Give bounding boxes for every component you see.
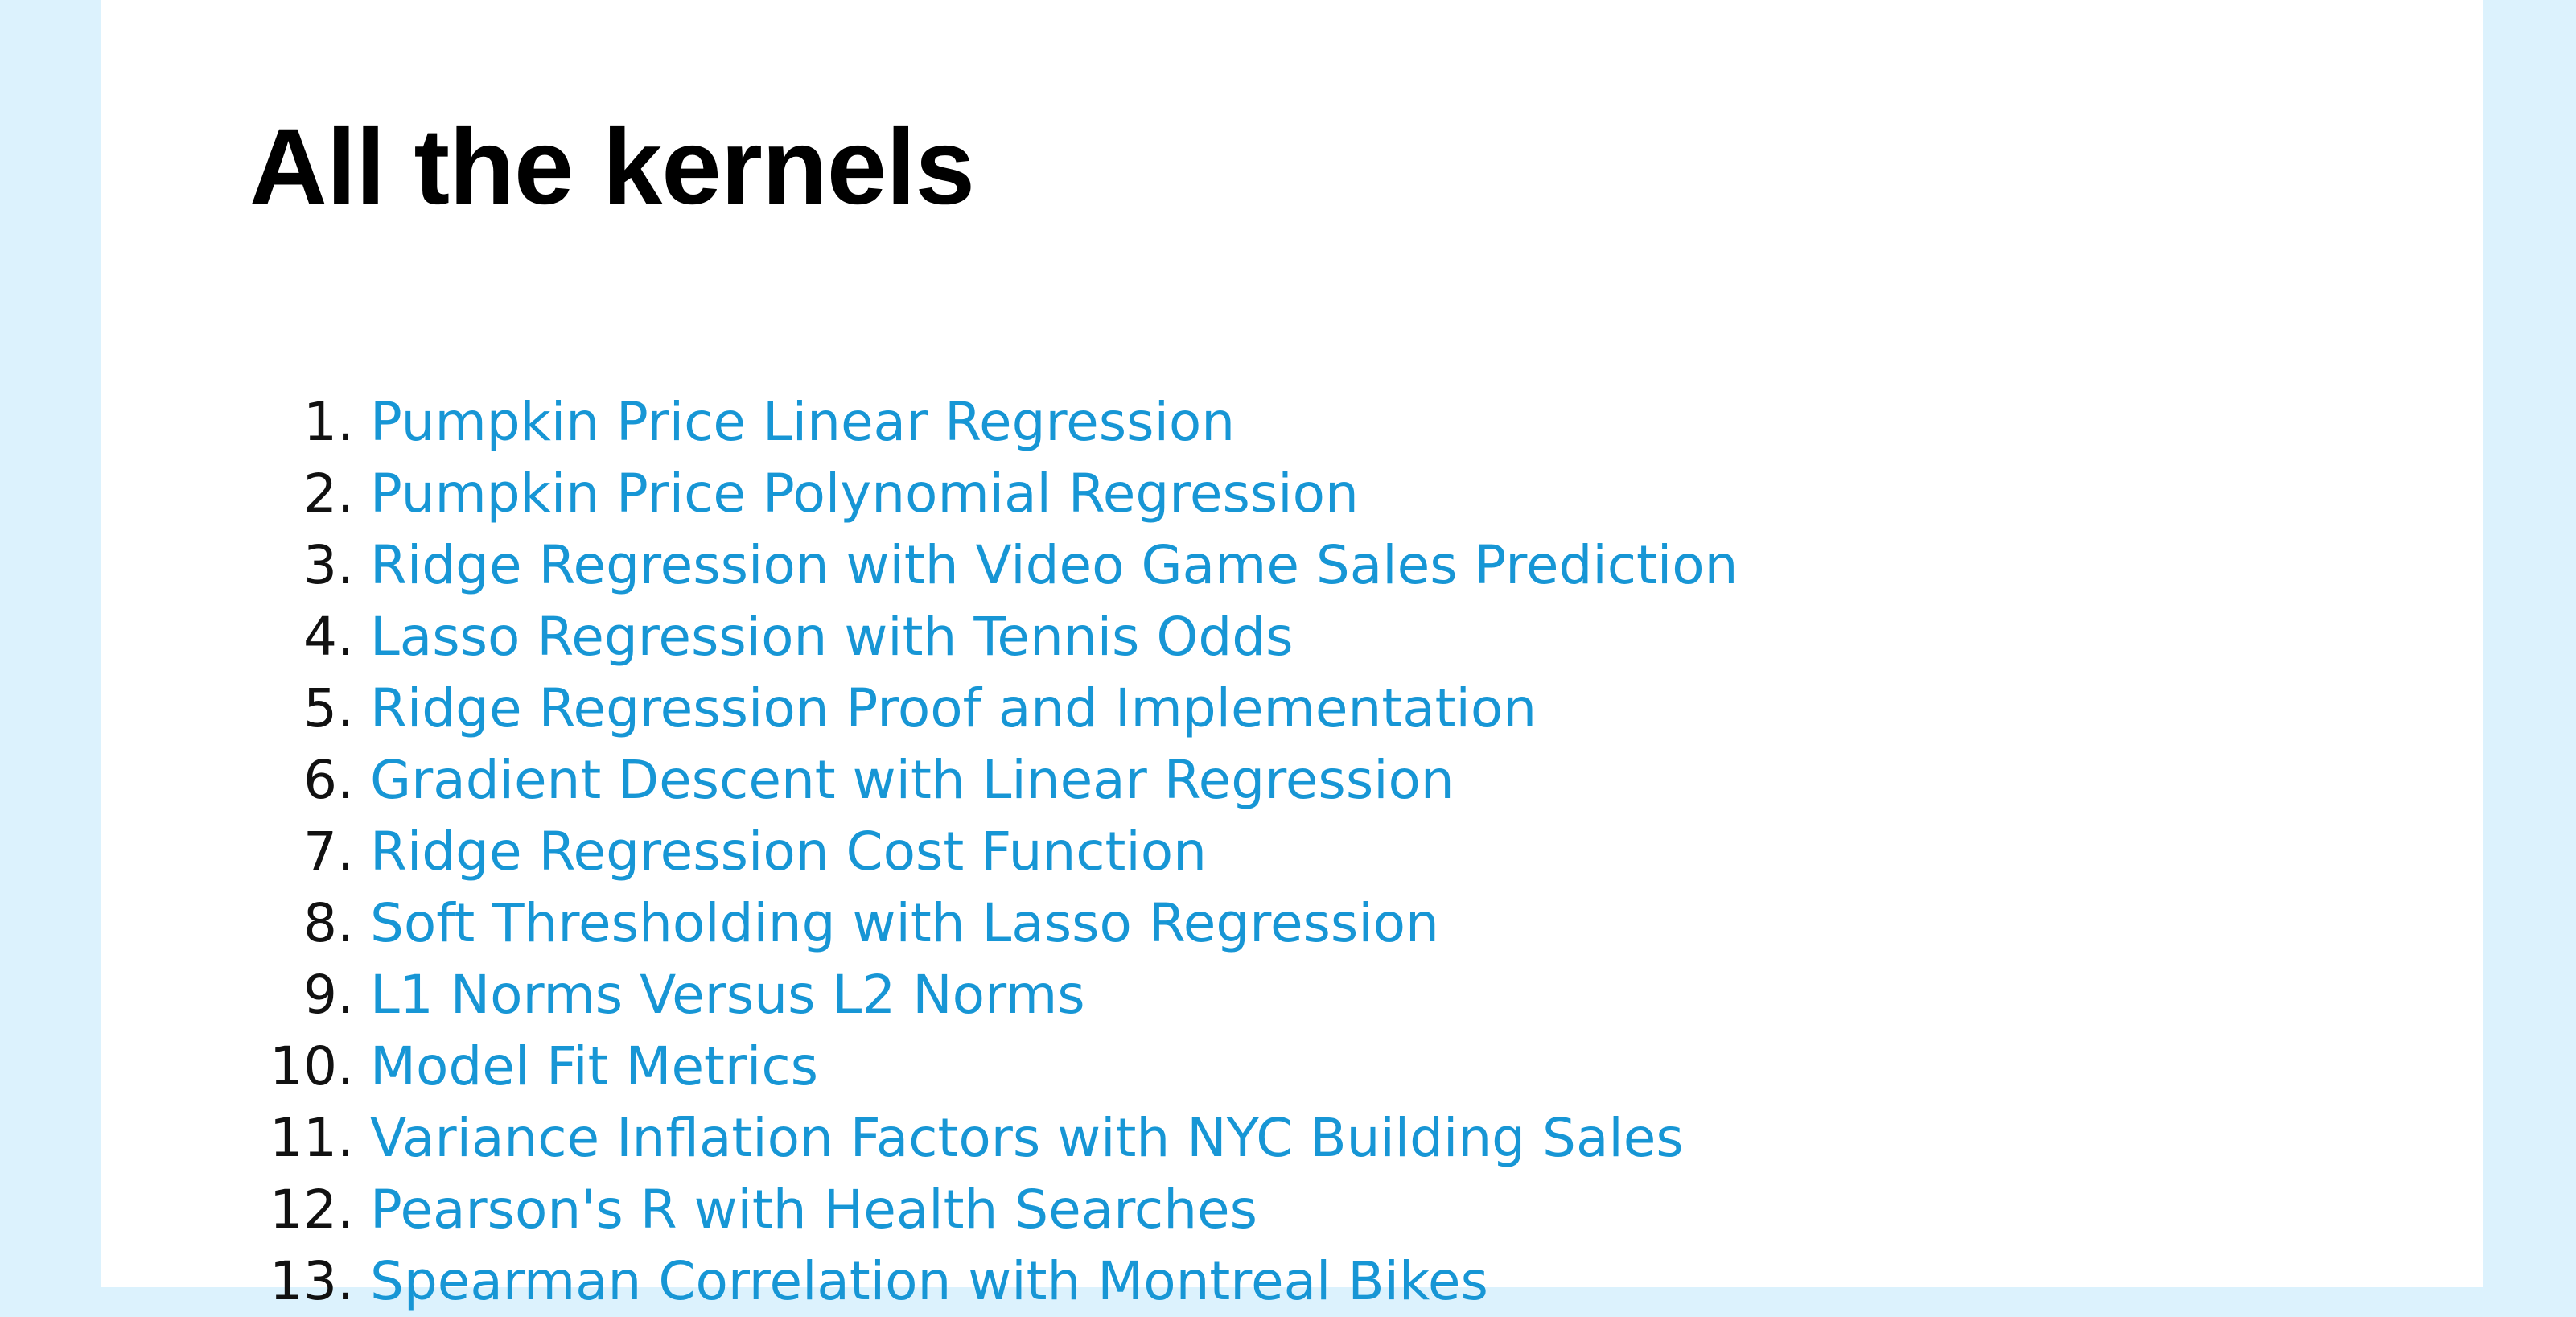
kernel-link-gradient-descent[interactable]: Gradient Descent with Linear Regression bbox=[370, 744, 1455, 816]
list-item: 12. Pearson's R with Health Searches bbox=[249, 1174, 1738, 1245]
list-item-number: 4. bbox=[303, 606, 354, 668]
list-item: 13. Spearman Correlation with Montreal Bi… bbox=[249, 1245, 1738, 1317]
list-item-number: 1. bbox=[303, 391, 354, 453]
content-panel: All the kernels 1. Pumpkin Price Linear R… bbox=[101, 0, 2483, 1312]
list-item: 11. Variance Inflation Factors with NYC B… bbox=[249, 1102, 1738, 1174]
list-item: 6. Gradient Descent with Linear Regressio… bbox=[249, 744, 1738, 816]
kernel-link-ridge-video-game[interactable]: Ridge Regression with Video Game Sales P… bbox=[370, 529, 1738, 601]
list-item-number: 3. bbox=[303, 534, 354, 596]
kernel-link-pumpkin-linear[interactable]: Pumpkin Price Linear Regression bbox=[370, 386, 1235, 458]
list-item: 3. Ridge Regression with Video Game Sales… bbox=[249, 529, 1738, 601]
list-item: 7. Ridge Regression Cost Function bbox=[249, 816, 1738, 887]
kernel-link-l1-l2-norms[interactable]: L1 Norms Versus L2 Norms bbox=[370, 959, 1085, 1031]
list-item: 5. Ridge Regression Proof and Implementat… bbox=[249, 673, 1738, 744]
list-item-number: 10. bbox=[270, 1035, 354, 1097]
list-item-number: 6. bbox=[303, 749, 354, 811]
kernel-link-model-fit[interactable]: Model Fit Metrics bbox=[370, 1031, 818, 1102]
kernel-link-vif-nyc[interactable]: Variance Inflation Factors with NYC Buil… bbox=[370, 1102, 1684, 1174]
page-title: All the kernels bbox=[249, 107, 975, 227]
kernel-link-pumpkin-polynomial[interactable]: Pumpkin Price Polynomial Regression bbox=[370, 458, 1359, 529]
list-item-number: 9. bbox=[303, 964, 354, 1026]
list-item: 2. Pumpkin Price Polynomial Regression bbox=[249, 458, 1738, 529]
kernel-link-pearson-health[interactable]: Pearson's R with Health Searches bbox=[370, 1174, 1257, 1245]
list-item-number: 2. bbox=[303, 463, 354, 525]
list-item: 9. L1 Norms Versus L2 Norms bbox=[249, 959, 1738, 1031]
list-item-number: 5. bbox=[303, 677, 354, 739]
kernel-link-soft-thresholding[interactable]: Soft Thresholding with Lasso Regression bbox=[370, 887, 1439, 959]
list-item: 10. Model Fit Metrics bbox=[249, 1031, 1738, 1102]
kernel-link-lasso-tennis[interactable]: Lasso Regression with Tennis Odds bbox=[370, 601, 1294, 673]
list-item-number: 11. bbox=[270, 1107, 354, 1169]
list-item-number: 13. bbox=[270, 1250, 354, 1312]
kernel-link-spearman-bikes[interactable]: Spearman Correlation with Montreal Bikes bbox=[370, 1245, 1488, 1317]
list-item-number: 8. bbox=[303, 892, 354, 954]
kernel-link-ridge-cost[interactable]: Ridge Regression Cost Function bbox=[370, 816, 1207, 887]
kernel-link-ridge-proof[interactable]: Ridge Regression Proof and Implementatio… bbox=[370, 673, 1537, 744]
kernel-list: 1. Pumpkin Price Linear Regression 2. Pump… bbox=[249, 386, 1738, 1317]
list-item-number: 12. bbox=[270, 1179, 354, 1241]
list-item: 4. Lasso Regression with Tennis Odds bbox=[249, 601, 1738, 673]
list-item: 8. Soft Thresholding with Lasso Regressio… bbox=[249, 887, 1738, 959]
list-item-number: 7. bbox=[303, 821, 354, 883]
list-item: 1. Pumpkin Price Linear Regression bbox=[249, 386, 1738, 458]
